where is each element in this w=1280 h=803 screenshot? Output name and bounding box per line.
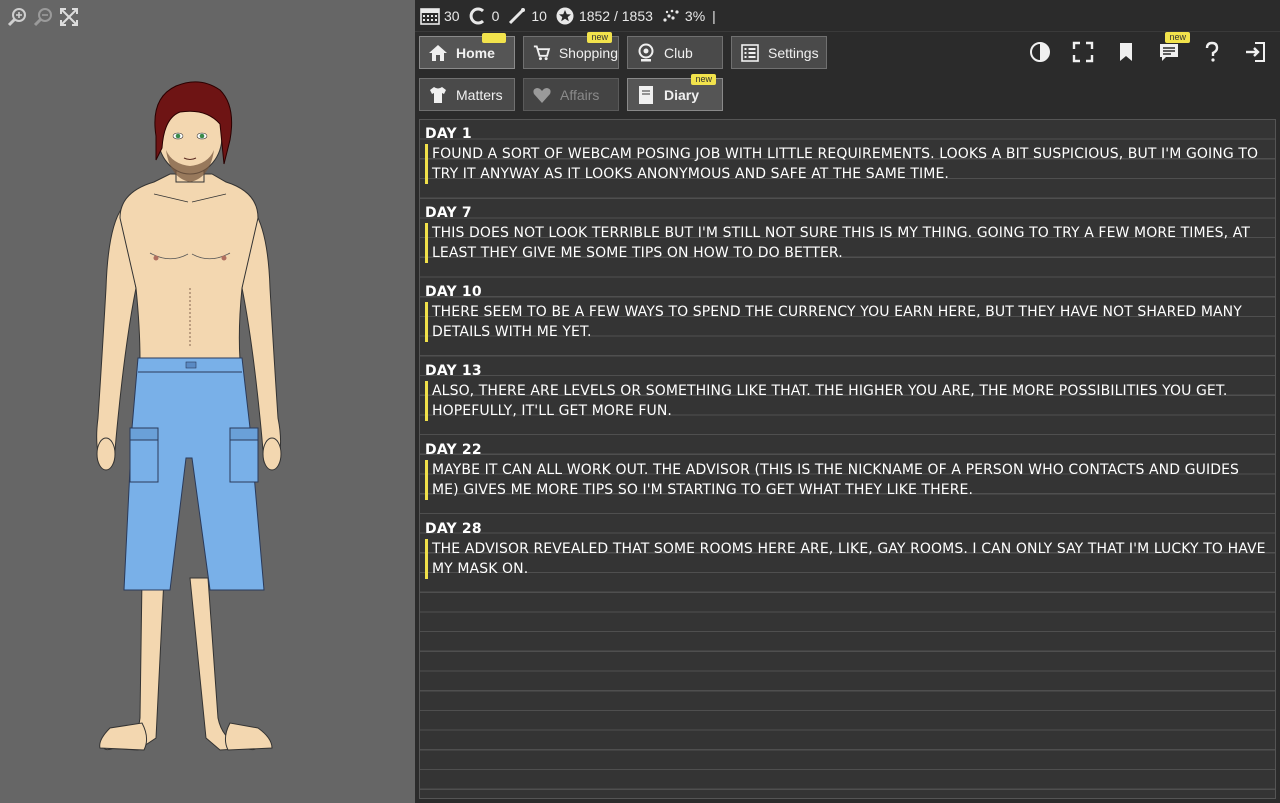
affairs-button[interactable]: Affairs xyxy=(523,78,619,111)
club-button[interactable]: Club xyxy=(627,36,723,69)
diary-entry: DAY 1 Found a sort of webcam posing job … xyxy=(425,124,1270,184)
shopping-cart-icon xyxy=(533,44,551,60)
message-icon xyxy=(1160,44,1178,61)
settings-button[interactable]: Settings xyxy=(731,36,827,69)
contrast-toggle[interactable] xyxy=(1025,36,1055,68)
exit-button[interactable] xyxy=(1240,36,1270,68)
exit-icon xyxy=(1246,42,1265,62)
diary-text: The advisor revealed that some rooms her… xyxy=(425,539,1270,579)
diary-text: There seem to be a few ways to spend the… xyxy=(425,302,1270,342)
xp-stat: 1852 / 1853 xyxy=(555,6,653,26)
status-separator: | xyxy=(712,7,716,24)
new-badge: new xyxy=(691,74,716,85)
diary-text: This does not look terrible but I'm stil… xyxy=(425,223,1270,263)
zoom-out-icon[interactable] xyxy=(32,6,54,28)
xp-value: 1852 / 1853 xyxy=(578,7,653,24)
new-badge: new xyxy=(1165,32,1190,43)
fullscreen-icon xyxy=(1072,41,1094,63)
sub-nav: Matters Affairs new Diary xyxy=(419,74,731,111)
calendar-icon xyxy=(420,7,440,25)
game-panel: 30 0 10 1852 / 1853 3% | Home new Shoppi… xyxy=(415,0,1280,803)
diary-button[interactable]: new Diary xyxy=(627,74,723,111)
messages-button[interactable]: new xyxy=(1154,32,1190,68)
diary-entry: DAY 28 The advisor revealed that some ro… xyxy=(425,519,1270,579)
tshirt-icon xyxy=(430,86,446,103)
diary-day: DAY 1 xyxy=(425,126,472,142)
webcam-icon xyxy=(638,43,654,61)
status-bar: 30 0 10 1852 / 1853 3% | xyxy=(415,0,1280,32)
diary-day: DAY 7 xyxy=(425,205,472,221)
home-icon xyxy=(429,44,447,61)
currency-stat: 0 xyxy=(468,6,500,26)
heart-icon xyxy=(533,87,551,103)
diary-day: DAY 28 xyxy=(425,521,482,537)
help-button[interactable] xyxy=(1197,36,1227,68)
fit-screen-icon[interactable] xyxy=(58,6,80,28)
diary-text: Also, there are levels or something like… xyxy=(425,381,1270,421)
shopping-button[interactable]: new Shopping xyxy=(523,32,619,69)
calendar-stat: 30 xyxy=(420,6,460,26)
zoom-in-icon[interactable] xyxy=(6,6,28,28)
diary-entry: DAY 22 Maybe it can all work out. The ad… xyxy=(425,440,1270,500)
character-avatar xyxy=(96,81,282,751)
edit-badge xyxy=(482,33,506,43)
diary-page: DAY 1 Found a sort of webcam posing job … xyxy=(419,119,1276,799)
diary-day: DAY 22 xyxy=(425,442,482,458)
diary-text: Found a sort of webcam posing job with l… xyxy=(425,144,1270,184)
diary-text: Maybe it can all work out. The advisor (… xyxy=(425,460,1270,500)
new-badge: new xyxy=(587,32,612,43)
contrast-icon xyxy=(1030,42,1050,62)
help-icon xyxy=(1205,41,1219,62)
diary-day: DAY 13 xyxy=(425,363,482,379)
zoom-controls xyxy=(6,6,80,28)
notebook-icon xyxy=(639,85,653,104)
utility-toolbar: new xyxy=(1012,32,1270,68)
fullscreen-button[interactable] xyxy=(1068,36,1098,68)
bookmark-icon xyxy=(1120,43,1132,61)
progress-value: 3% xyxy=(684,7,706,24)
diary-day: DAY 10 xyxy=(425,284,482,300)
energy-icon xyxy=(509,7,526,24)
progress-stat: 3% | xyxy=(661,6,716,26)
day-count: 30 xyxy=(444,7,460,24)
home-button[interactable]: Home xyxy=(419,33,515,69)
settings-list-icon xyxy=(741,43,759,62)
diary-entry: DAY 7 This does not look terrible but I'… xyxy=(425,203,1270,263)
energy-stat: 10 xyxy=(507,6,547,26)
diary-entry: DAY 13 Also, there are levels or somethi… xyxy=(425,361,1270,421)
currency-value: 0 xyxy=(491,7,500,24)
energy-value: 10 xyxy=(531,7,547,24)
main-nav: Home new Shopping Club Settings xyxy=(419,32,835,69)
star-badge-icon xyxy=(556,7,574,24)
matters-button[interactable]: Matters xyxy=(419,78,515,111)
bookmark-button[interactable] xyxy=(1111,36,1141,68)
progress-dots-icon xyxy=(663,9,679,22)
currency-icon xyxy=(469,7,484,24)
character-panel xyxy=(0,0,415,803)
diary-entry: DAY 10 There seem to be a few ways to sp… xyxy=(425,282,1270,342)
